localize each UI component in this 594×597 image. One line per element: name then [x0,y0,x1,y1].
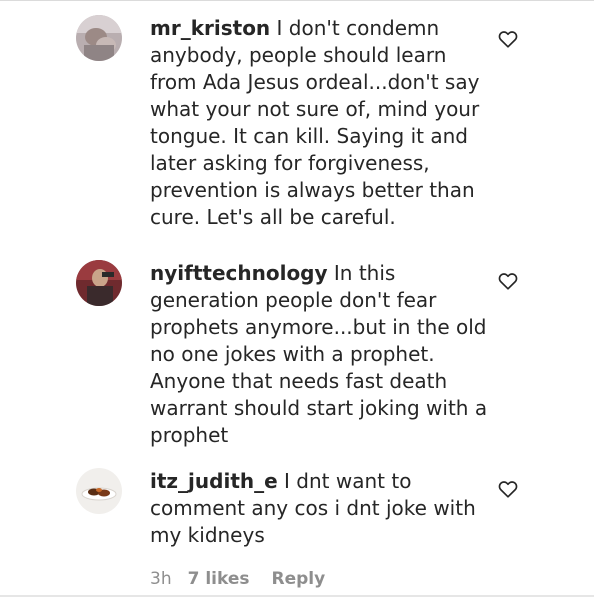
username-link[interactable]: mr_kriston [150,16,270,40]
comment-text: In this generation people don't fear pro… [150,261,488,447]
avatar[interactable] [76,468,122,514]
avatar[interactable] [76,260,122,306]
reply-button[interactable]: Reply [272,569,326,589]
top-divider [0,0,594,1]
comment-meta: 3h 7 likes Reply [150,567,325,591]
heart-outline-icon[interactable] [497,270,519,292]
comment-body: itz_judith_e I dnt want to comment any c… [150,468,495,549]
avatar[interactable] [76,15,122,61]
comment-time: 3h [150,569,172,589]
likes-count-button[interactable]: 7 likes [188,569,250,589]
comment-body: nyifttechnology In this generation peopl… [150,260,495,449]
heart-outline-icon[interactable] [497,28,519,50]
comment-body: mr_kriston I don't condemn anybody, peop… [150,15,495,231]
username-link[interactable]: nyifttechnology [150,261,328,285]
comment-text: I don't condemn anybody, people should l… [150,16,480,229]
heart-outline-icon[interactable] [497,478,519,500]
username-link[interactable]: itz_judith_e [150,469,278,493]
